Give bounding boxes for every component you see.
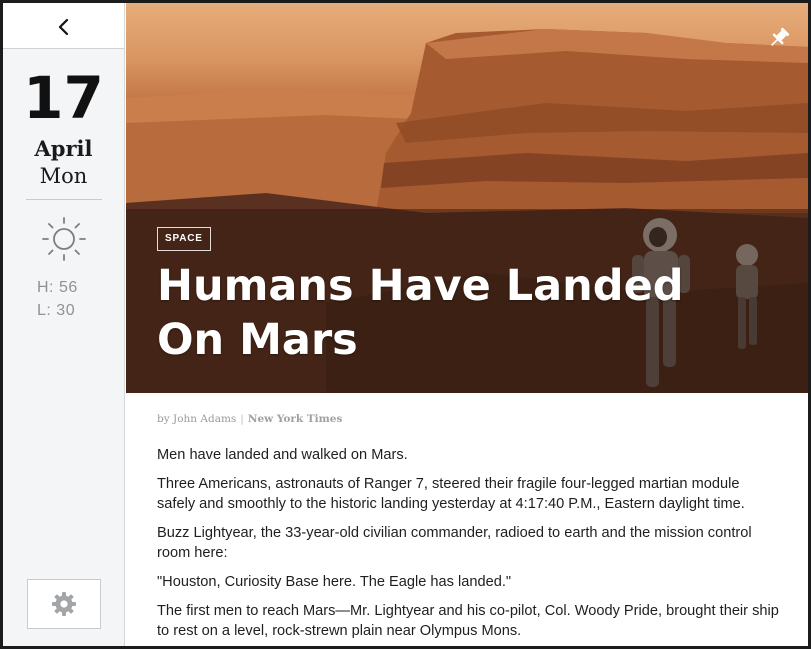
sidebar-divider (26, 199, 102, 200)
byline-author: by John Adams (157, 413, 237, 425)
settings-button[interactable] (27, 579, 101, 629)
back-button[interactable] (48, 11, 80, 43)
paragraph: The first men to reach Mars—Mr. Lightyea… (157, 603, 779, 639)
chevron-left-icon (58, 18, 69, 36)
temperature-high: H: 56 (37, 279, 78, 296)
gear-icon (52, 592, 76, 616)
app-frame: 17 April Mon H: 56 L: 30 SPACE Humans Ha… (0, 0, 811, 649)
sun-icon (42, 217, 86, 261)
date-weekday: Mon (39, 164, 88, 188)
back-bar (3, 3, 124, 49)
byline: by John Adams | New York Times (157, 413, 342, 425)
temperature-low: L: 30 (37, 302, 76, 319)
paragraph: Buzz Lightyear, the 33-year-old civilian… (157, 525, 752, 561)
date-day: 17 (23, 64, 104, 132)
headline-line-1: Humans Have Landed (157, 261, 684, 311)
article-headline: Humans Have Landed On Mars (157, 259, 757, 367)
article-body: by John Adams | New York Times Men have la… (126, 393, 808, 646)
headline-line-2: On Mars (157, 315, 358, 365)
paragraph: Three Americans, astronauts of Ranger 7,… (157, 476, 745, 512)
date-month: April (34, 136, 93, 161)
article-text: Men have landed and walked on Mars. Thre… (157, 445, 779, 646)
category-tag[interactable]: SPACE (157, 227, 211, 251)
paragraph: Men have landed and walked on Mars. (157, 447, 408, 463)
byline-source[interactable]: New York Times (248, 413, 343, 425)
hero-image: SPACE Humans Have Landed On Mars (126, 3, 808, 393)
paragraph: "Houston, Curiosity Base here. The Eagle… (157, 574, 512, 590)
pin-icon[interactable] (766, 25, 792, 51)
sidebar: 17 April Mon H: 56 L: 30 (3, 3, 125, 646)
byline-separator: | (240, 413, 244, 425)
